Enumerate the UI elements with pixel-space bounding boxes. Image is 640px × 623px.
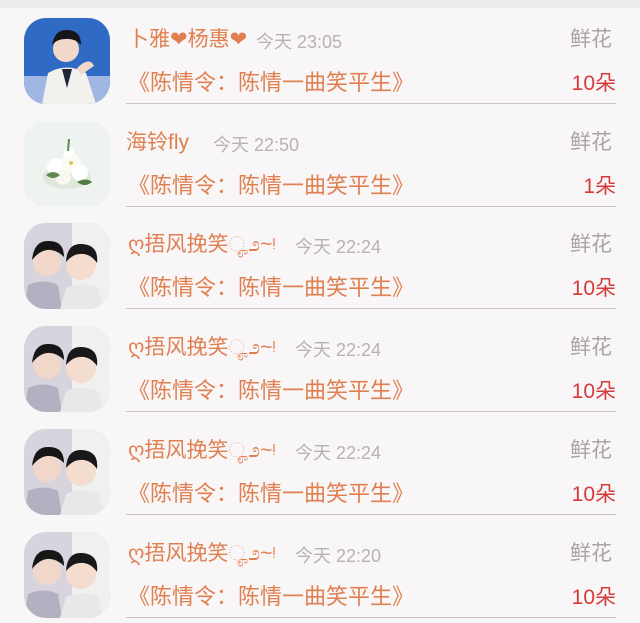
work-title-link[interactable]: 《陈情令：陈情一曲笑平生》 <box>128 70 414 96</box>
user-name[interactable]: ღ捂风挽笑ೄ೨~ᵎ <box>128 233 276 257</box>
user-avatar[interactable] <box>24 429 110 515</box>
timestamp: 今天 22:24 <box>295 237 382 257</box>
user-name[interactable]: ღ捂风挽笑ೄ೨~ᵎ <box>128 336 276 360</box>
flower-count: 10朵 <box>571 483 616 506</box>
flower-count: 10朵 <box>571 380 616 403</box>
row-divider <box>126 617 616 618</box>
man-white-suit-photo <box>24 18 110 104</box>
flower-count: 10朵 <box>571 586 616 609</box>
flower-count: 10朵 <box>571 277 616 300</box>
gift-record-row[interactable]: ღ捂风挽笑ೄ೨~ᵎ 今天 22:20 鲜花 《陈情令：陈情一曲笑平生》 10朵 <box>0 517 640 620</box>
two-men-photo <box>24 223 110 309</box>
row-divider <box>126 103 616 104</box>
user-name[interactable]: 卜雅❤杨惠❤ <box>128 28 247 52</box>
row-divider <box>126 308 616 309</box>
work-title-link[interactable]: 《陈情令：陈情一曲笑平生》 <box>128 584 414 610</box>
row-divider <box>126 411 616 412</box>
gift-type: 鲜花 <box>570 131 612 154</box>
timestamp: 今天 22:24 <box>295 443 382 463</box>
two-men-photo <box>24 429 110 515</box>
work-title-link[interactable]: 《陈情令：陈情一曲笑平生》 <box>128 173 414 199</box>
user-name[interactable]: ღ捂风挽笑ೄ೨~ᵎ <box>128 439 276 463</box>
user-avatar[interactable] <box>24 326 110 412</box>
gift-record-row[interactable]: ღ捂风挽笑ೄ೨~ᵎ 今天 22:24 鲜花 《陈情令：陈情一曲笑平生》 10朵 <box>0 311 640 414</box>
user-avatar[interactable] <box>24 532 110 618</box>
timestamp: 今天 23:05 <box>256 32 343 52</box>
gift-type: 鲜花 <box>570 439 612 462</box>
flower-count: 10朵 <box>571 72 616 95</box>
two-men-photo <box>24 532 110 618</box>
timestamp: 今天 22:20 <box>295 546 382 566</box>
work-title-link[interactable]: 《陈情令：陈情一曲笑平生》 <box>128 275 414 301</box>
gift-type: 鲜花 <box>570 233 612 256</box>
row-divider <box>126 514 616 515</box>
timestamp: 今天 22:50 <box>213 135 300 155</box>
user-avatar[interactable] <box>24 121 110 207</box>
row-divider <box>126 206 616 207</box>
flower-count: 1朵 <box>583 175 616 198</box>
user-avatar[interactable] <box>24 18 110 104</box>
user-name[interactable]: ღ捂风挽笑ೄ೨~ᵎ <box>128 542 276 566</box>
gift-type: 鲜花 <box>570 542 612 565</box>
white-flower-bouquet-photo <box>24 121 110 207</box>
two-men-photo <box>24 326 110 412</box>
user-name[interactable]: 海铃fly <box>126 131 189 155</box>
user-avatar[interactable] <box>24 223 110 309</box>
timestamp: 今天 22:24 <box>295 340 382 360</box>
gift-record-row[interactable]: ღ捂风挽笑ೄ೨~ᵎ 今天 22:24 鲜花 《陈情令：陈情一曲笑平生》 10朵 <box>0 208 640 311</box>
work-title-link[interactable]: 《陈情令：陈情一曲笑平生》 <box>128 481 414 507</box>
gift-record-list: 卜雅❤杨惠❤ 今天 23:05 鲜花 《陈情令：陈情一曲笑平生》 10朵 海铃f… <box>0 0 640 623</box>
gift-record-row[interactable]: 卜雅❤杨惠❤ 今天 23:05 鲜花 《陈情令：陈情一曲笑平生》 10朵 <box>0 3 640 106</box>
gift-type: 鲜花 <box>570 28 612 51</box>
gift-record-row[interactable]: ღ捂风挽笑ೄ೨~ᵎ 今天 22:24 鲜花 《陈情令：陈情一曲笑平生》 10朵 <box>0 414 640 517</box>
work-title-link[interactable]: 《陈情令：陈情一曲笑平生》 <box>128 378 414 404</box>
gift-type: 鲜花 <box>570 336 612 359</box>
gift-record-row[interactable]: 海铃fly 今天 22:50 鲜花 《陈情令：陈情一曲笑平生》 1朵 <box>0 106 640 209</box>
